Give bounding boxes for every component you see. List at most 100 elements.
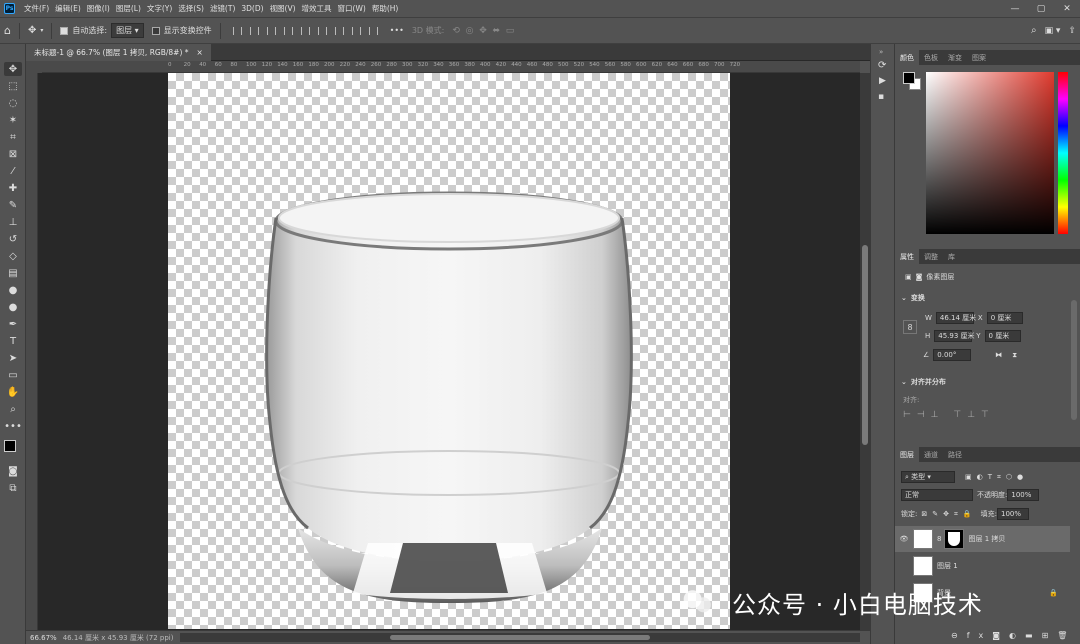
tab-swatches[interactable]: 色板 — [919, 50, 943, 65]
close-tab-icon[interactable]: × — [197, 48, 203, 57]
horizontal-scroll-thumb[interactable] — [390, 635, 650, 640]
collapse-dock-icon[interactable]: » — [879, 48, 883, 56]
foreground-color-swatch[interactable] — [4, 440, 16, 452]
lock-icons[interactable]: ⊠✎✥⌗🔒 — [921, 510, 976, 519]
tab-gradients[interactable]: 渐变 — [943, 50, 967, 65]
menu-image[interactable]: 图像(I) — [84, 3, 113, 14]
actions-play-icon[interactable]: ▶ — [879, 76, 886, 86]
distribute-icon[interactable] — [334, 26, 344, 35]
align-bottom-icon[interactable] — [317, 26, 327, 35]
fill-field[interactable]: 100% — [996, 508, 1029, 520]
crop-tool-icon[interactable]: ⌗ — [4, 130, 22, 144]
menu-select[interactable]: 选择(S) — [175, 3, 207, 14]
vertical-scrollbar[interactable] — [860, 73, 870, 630]
move-tool-icon[interactable]: ✥ — [4, 62, 22, 76]
add-mask-icon[interactable]: ◙ — [992, 631, 1009, 640]
align-vcenter-icon[interactable] — [300, 26, 310, 35]
layer-mask-thumbnail[interactable] — [944, 529, 965, 549]
tab-libraries[interactable]: 库 — [943, 249, 960, 264]
marquee-tool-icon[interactable]: ⬚ — [4, 79, 22, 93]
3d-slide-icon[interactable]: ⬌ — [492, 26, 500, 36]
hand-tool-icon[interactable]: ✋ — [4, 385, 22, 399]
zoom-level[interactable]: 66.67% — [30, 634, 57, 642]
3d-rotate-icon[interactable]: ⟲ — [452, 26, 460, 36]
home-button[interactable]: ⌂ — [0, 18, 15, 43]
eye-icon[interactable]: 👁 — [895, 535, 913, 543]
adjustment-layer-icon[interactable]: ◐ — [1009, 631, 1025, 640]
tab-paths[interactable]: 路径 — [943, 447, 967, 462]
vertical-ruler[interactable] — [26, 73, 38, 630]
healing-brush-tool-icon[interactable]: ✚ — [4, 181, 22, 195]
menu-3d[interactable]: 3D(D) — [238, 4, 266, 13]
menu-plugins[interactable]: 增效工具 — [299, 3, 335, 14]
canvas-workspace[interactable] — [38, 73, 860, 630]
lasso-tool-icon[interactable]: ◌ — [4, 96, 22, 110]
history-brush-tool-icon[interactable]: ↺ — [4, 232, 22, 246]
search-button[interactable]: ⌕ — [1027, 18, 1041, 43]
quick-mask-icon[interactable]: ◙ — [4, 464, 22, 478]
show-transform-checkbox[interactable]: 显示变换控件 — [148, 18, 216, 43]
distribute-h-icon[interactable] — [368, 26, 378, 35]
link-dimensions-icon[interactable]: 8 — [903, 320, 917, 334]
new-group-icon[interactable]: ▬ — [1025, 631, 1042, 640]
comments-icon[interactable]: ▪ — [878, 92, 884, 102]
screen-mode-icon[interactable]: ⧉ — [4, 481, 22, 495]
pen-tool-icon[interactable]: ✒ — [4, 317, 22, 331]
horizontal-ruler[interactable]: 0 20 40 60 80 100 120 140 160 180 200 220 240 260 280 3… — [42, 61, 860, 73]
close-window-button[interactable]: ✕ — [1054, 0, 1080, 17]
history-panel-icon[interactable]: ⟳ — [878, 60, 886, 71]
auto-select-dropdown[interactable]: 图层 ▾ — [111, 23, 144, 38]
tab-color[interactable]: 颜色 — [895, 50, 919, 65]
horizontal-scrollbar[interactable] — [180, 633, 860, 642]
move-tool-preset[interactable]: ✥ ▾ — [24, 18, 47, 43]
align-left-icon[interactable] — [232, 26, 242, 35]
new-layer-icon[interactable]: ⊞ — [1042, 631, 1058, 640]
eyedropper-tool-icon[interactable]: ⁄ — [4, 164, 22, 178]
layer-name[interactable]: 图层 1 拷贝 — [968, 534, 1005, 544]
blend-mode-dropdown[interactable]: 正常 — [901, 489, 973, 501]
edit-toolbar-icon[interactable]: ••• — [4, 419, 22, 433]
fx-icon[interactable]: fx — [967, 631, 993, 640]
maximize-button[interactable]: ▢ — [1028, 0, 1054, 17]
tab-adjustments[interactable]: 调整 — [919, 249, 943, 264]
type-tool-icon[interactable]: T — [4, 334, 22, 348]
layer-row[interactable]: 图层 1 — [895, 553, 1070, 579]
transform-section-header[interactable]: ⌄ 变换 — [901, 293, 925, 303]
rectangle-tool-icon[interactable]: ▭ — [4, 368, 22, 382]
menu-layer[interactable]: 图层(L) — [113, 3, 144, 14]
3d-roll-icon[interactable]: ◎ — [466, 26, 474, 36]
menu-edit[interactable]: 编辑(E) — [52, 3, 84, 14]
flip-vertical-icon[interactable]: ⧗ — [1012, 351, 1017, 360]
y-field[interactable]: 0 厘米 — [984, 330, 1021, 342]
align-right-icon[interactable] — [266, 26, 276, 35]
align-section-header[interactable]: ⌄ 对齐并分布 — [901, 377, 946, 387]
brush-tool-icon[interactable]: ✎ — [4, 198, 22, 212]
more-options-button[interactable]: ••• — [386, 18, 408, 43]
stamp-tool-icon[interactable]: ⊥ — [4, 215, 22, 229]
menu-file[interactable]: 文件(F) — [21, 3, 52, 14]
menu-help[interactable]: 帮助(H) — [369, 3, 402, 14]
tab-properties[interactable]: 属性 — [895, 249, 919, 264]
delete-layer-icon[interactable]: 🗑 — [1057, 631, 1076, 640]
align-top-icon[interactable] — [283, 26, 293, 35]
gradient-tool-icon[interactable]: ▤ — [4, 266, 22, 280]
document-canvas[interactable] — [168, 73, 730, 629]
zoom-tool-icon[interactable]: ⌕ — [4, 402, 22, 416]
menu-type[interactable]: 文字(Y) — [144, 3, 175, 14]
menu-window[interactable]: 窗口(W) — [335, 3, 369, 14]
menu-filter[interactable]: 滤镜(T) — [207, 3, 238, 14]
hue-slider[interactable] — [1058, 72, 1068, 234]
properties-scrollbar[interactable] — [1071, 300, 1077, 420]
flip-horizontal-icon[interactable]: ⧓ — [995, 351, 1002, 359]
magic-wand-tool-icon[interactable]: ✶ — [4, 113, 22, 127]
eraser-tool-icon[interactable]: ◇ — [4, 249, 22, 263]
align-icons-row[interactable]: ⊢⊣⊥ ⊤⊥⊤ — [903, 410, 995, 420]
opacity-field[interactable]: 100% — [1007, 489, 1040, 501]
link-layers-icon[interactable]: ⊖ — [951, 631, 967, 640]
align-hcenter-icon[interactable] — [249, 26, 259, 35]
height-field[interactable]: 45.93 厘米 — [934, 330, 975, 342]
vertical-scroll-thumb[interactable] — [862, 245, 868, 445]
document-tab[interactable]: 未标题-1 @ 66.7% (图层 1 拷贝, RGB/8#) * × — [26, 44, 211, 61]
layer-name[interactable]: 图层 1 — [937, 561, 958, 571]
filter-icons[interactable]: ▣◐T⌗⬡● — [965, 473, 1028, 482]
